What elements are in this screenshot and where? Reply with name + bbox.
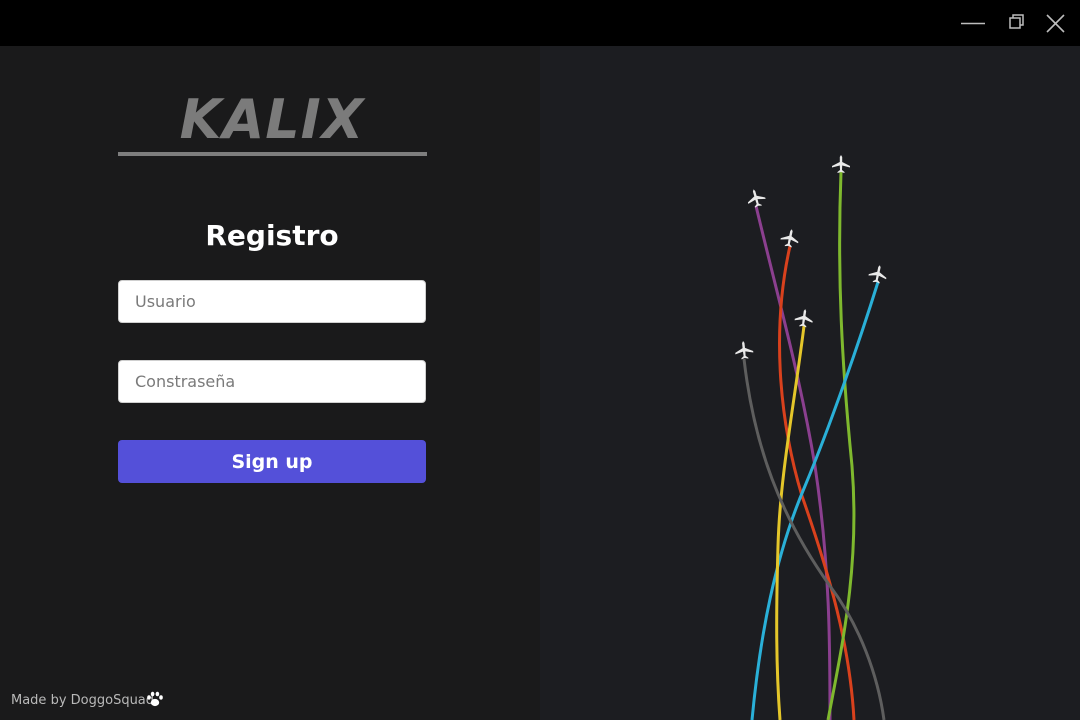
airplanes-illustration	[734, 155, 889, 720]
airplane-icon	[867, 263, 889, 285]
trail-green	[826, 171, 856, 720]
airplane-icon	[734, 340, 754, 360]
minimize-icon	[961, 22, 985, 25]
illustration-panel	[540, 46, 1080, 720]
close-icon	[1046, 14, 1065, 33]
restore-icon	[1009, 14, 1024, 29]
minimize-button[interactable]	[953, 0, 993, 46]
app-logo: KALIX	[179, 88, 365, 151]
password-input[interactable]	[118, 360, 426, 403]
form-title: Registro	[205, 219, 339, 252]
signup-button[interactable]: Sign up	[118, 440, 426, 483]
credit-text: Made by DoggoSquad	[11, 693, 155, 708]
airplane-icon	[832, 155, 850, 173]
window-titlebar	[0, 0, 1080, 46]
airplane-icon	[779, 227, 801, 249]
maximize-button[interactable]	[996, 0, 1036, 46]
airplane-icon	[744, 186, 768, 210]
paw-icon	[147, 691, 163, 707]
trail-blue	[750, 281, 880, 720]
username-input[interactable]	[118, 280, 426, 323]
signup-panel: KALIX Registro Sign up Made by DoggoSqua…	[0, 46, 540, 720]
airplane-icon	[793, 307, 815, 329]
trail-gray	[742, 358, 886, 720]
logo-underline	[118, 152, 427, 156]
close-button[interactable]	[1036, 0, 1076, 46]
